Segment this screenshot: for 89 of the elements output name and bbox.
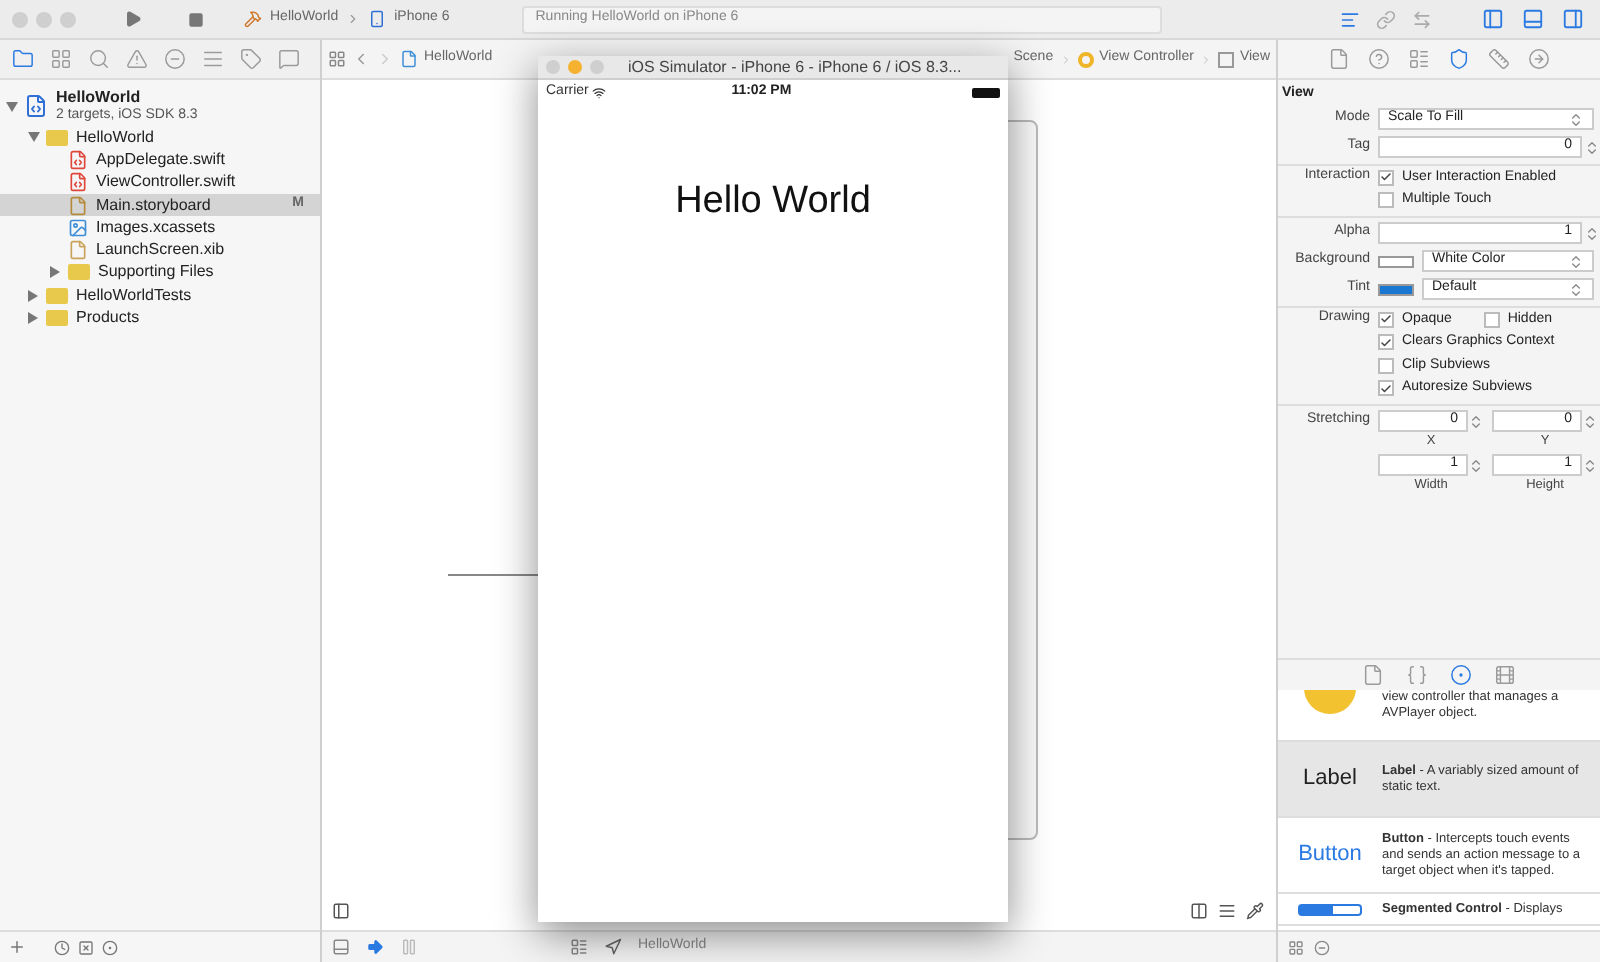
grid-icon[interactable] bbox=[1288, 939, 1304, 955]
checkbox[interactable] bbox=[1378, 192, 1394, 209]
down-triangle-icon[interactable] bbox=[6, 101, 18, 111]
navigator-item-label: LaunchScreen.xib bbox=[96, 238, 225, 263]
device-icon bbox=[368, 10, 387, 28]
arrow-circle-icon[interactable] bbox=[1525, 45, 1553, 73]
color-swatch[interactable] bbox=[1378, 255, 1414, 267]
navigator-item[interactable]: LaunchScreen.xib bbox=[0, 238, 320, 262]
search-icon[interactable] bbox=[84, 45, 112, 73]
project-name: HelloWorld bbox=[56, 88, 143, 106]
file-icon bbox=[68, 195, 88, 216]
wifi-icon bbox=[592, 85, 607, 99]
window-title: iOS Simulator - iPhone 6 - iPhone 6 / iOS 8.3... bbox=[628, 55, 962, 79]
stepper-icon bbox=[1568, 253, 1584, 269]
file-icon[interactable] bbox=[1359, 661, 1387, 689]
stepper-icon[interactable] bbox=[1584, 225, 1600, 241]
console-toggle-icon[interactable] bbox=[332, 938, 350, 956]
navigator-item-label: Products bbox=[76, 306, 140, 331]
pause-icon[interactable] bbox=[400, 938, 418, 956]
stepper-icon[interactable] bbox=[1584, 139, 1600, 155]
circle-dot-icon[interactable] bbox=[1447, 661, 1475, 689]
stepper-icon[interactable] bbox=[1468, 413, 1484, 429]
help-icon[interactable] bbox=[1365, 45, 1393, 73]
navigator-item[interactable]: Products bbox=[0, 306, 320, 330]
file-icon bbox=[68, 172, 88, 193]
navigator-item[interactable]: ViewController.swift bbox=[0, 171, 320, 194]
location-icon[interactable] bbox=[604, 938, 622, 956]
sidebar-toggle-icon[interactable] bbox=[332, 902, 350, 920]
file-icon bbox=[68, 149, 88, 170]
navigator-item-label: Main.storyboard bbox=[96, 193, 211, 218]
navigator-item[interactable]: HelloWorldTests bbox=[0, 284, 320, 307]
ruler-icon[interactable] bbox=[1485, 45, 1513, 73]
chevron-icon bbox=[346, 12, 361, 26]
add-icon[interactable] bbox=[8, 938, 26, 956]
folder-icon bbox=[46, 310, 68, 327]
back-icon[interactable] bbox=[352, 50, 370, 68]
project-file-icon bbox=[24, 94, 48, 118]
checkbox[interactable] bbox=[1378, 380, 1394, 397]
minus-circle-icon[interactable] bbox=[160, 45, 188, 73]
speech-bubble-icon[interactable] bbox=[274, 45, 302, 73]
film-icon[interactable] bbox=[1491, 661, 1519, 689]
navigator-item-label: Images.xcassets bbox=[96, 215, 216, 240]
checkbox[interactable] bbox=[1483, 311, 1500, 328]
checkbox[interactable] bbox=[1378, 311, 1394, 328]
shield-icon[interactable] bbox=[1445, 45, 1473, 73]
battery-icon bbox=[971, 87, 1000, 97]
warning-icon[interactable] bbox=[122, 45, 150, 73]
navigator-item-label: HelloWorldTests bbox=[76, 283, 192, 308]
folder-icon[interactable] bbox=[8, 45, 36, 73]
stepper-icon[interactable] bbox=[1582, 457, 1598, 473]
stepper-icon[interactable] bbox=[1468, 457, 1484, 473]
navigator-item-label: AppDelegate.swift bbox=[96, 147, 225, 172]
list-icon[interactable] bbox=[1405, 45, 1433, 73]
segmented-control-icon bbox=[1298, 903, 1362, 915]
file-icon[interactable] bbox=[1325, 45, 1353, 73]
chevron-icon bbox=[1059, 53, 1072, 65]
navigator-item[interactable]: Images.xcassets bbox=[0, 216, 320, 239]
chevron-icon bbox=[1199, 53, 1212, 65]
stepper-icon[interactable] bbox=[1582, 413, 1598, 429]
button-preview: Button bbox=[1296, 840, 1364, 871]
folder-icon bbox=[46, 129, 68, 146]
stepper-icon bbox=[1568, 111, 1584, 127]
navigator-item-label: Supporting Files bbox=[98, 260, 214, 285]
stepper-icon bbox=[1568, 281, 1584, 297]
play-icon bbox=[123, 10, 141, 28]
grid-icon[interactable] bbox=[46, 45, 74, 73]
braces-icon[interactable] bbox=[1403, 661, 1431, 689]
checkbox[interactable] bbox=[1378, 169, 1394, 186]
square-icon bbox=[1217, 51, 1234, 67]
color-swatch[interactable] bbox=[1378, 283, 1414, 295]
checkbox[interactable] bbox=[1378, 334, 1394, 351]
link-icon[interactable] bbox=[1372, 6, 1400, 32]
label-preview: Label bbox=[1301, 764, 1359, 795]
folder-icon bbox=[46, 287, 68, 304]
folder-icon bbox=[68, 264, 90, 281]
tag-icon[interactable] bbox=[236, 45, 264, 73]
image-folder-icon bbox=[68, 217, 88, 238]
navigator-item-label: ViewController.swift bbox=[96, 170, 236, 195]
stop-icon bbox=[188, 11, 204, 27]
navigator-item[interactable]: AppDelegate.swift bbox=[0, 148, 320, 172]
hello-label: Hello World bbox=[675, 178, 871, 226]
file-icon bbox=[400, 50, 418, 68]
navigator-item[interactable]: HelloWorld bbox=[0, 126, 320, 149]
navigator-item[interactable]: Supporting Files bbox=[0, 261, 320, 285]
grid-icon[interactable] bbox=[328, 50, 346, 68]
checkbox[interactable] bbox=[1378, 357, 1394, 374]
file-icon bbox=[68, 240, 88, 261]
navigator-item-label: HelloWorld bbox=[76, 125, 154, 150]
clock-icon[interactable] bbox=[54, 939, 70, 955]
